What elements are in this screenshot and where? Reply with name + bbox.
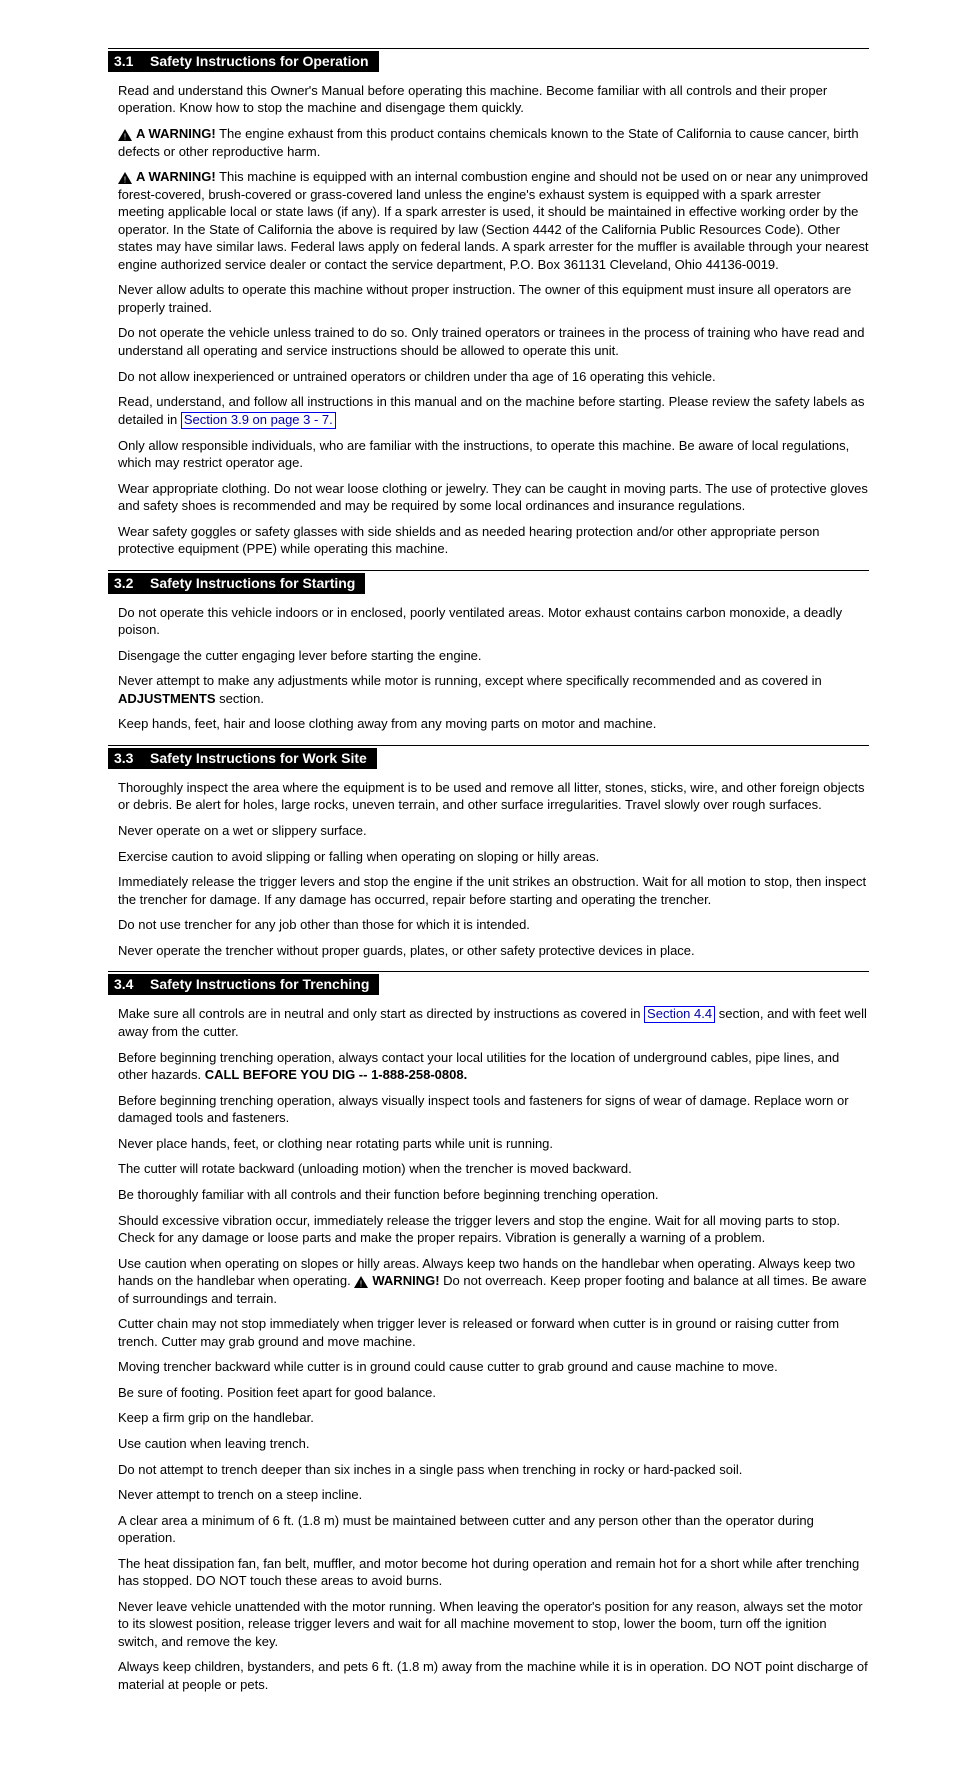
para-text: section. — [216, 691, 264, 706]
rule — [108, 48, 869, 49]
cross-ref-link[interactable]: Section 4.4 — [644, 1006, 715, 1023]
para: Never attempt to trench on a steep incli… — [118, 1486, 869, 1504]
rule — [108, 570, 869, 571]
para: Never operate the trencher without prope… — [118, 942, 869, 960]
para: Do not operate the vehicle unless traine… — [118, 324, 869, 359]
section-3-3: 3.3 Safety Instructions for Work Site Th… — [108, 745, 869, 959]
para: Use caution when leaving trench. — [118, 1435, 869, 1453]
section-3-1: 3.1 Safety Instructions for Operation Re… — [108, 48, 869, 558]
warning-text: The engine exhaust from this product con… — [118, 126, 859, 159]
para: Exercise caution to avoid slipping or fa… — [118, 848, 869, 866]
para: Never attempt to make any adjustments wh… — [118, 672, 869, 707]
para: Do not allow inexperienced or untrained … — [118, 368, 869, 386]
section-body: Read and understand this Owner's Manual … — [108, 82, 869, 558]
rule — [108, 745, 869, 746]
para: Never allow adults to operate this machi… — [118, 281, 869, 316]
para: Should excessive vibration occur, immedi… — [118, 1212, 869, 1247]
para: Read and understand this Owner's Manual … — [118, 82, 869, 117]
para: The cutter will rotate backward (unloadi… — [118, 1160, 869, 1178]
para: Wear appropriate clothing. Do not wear l… — [118, 480, 869, 515]
para-text: Never attempt to make any adjustments wh… — [118, 673, 822, 688]
para-text: Make sure all controls are in neutral an… — [118, 1006, 644, 1021]
para: Thoroughly inspect the area where the eq… — [118, 779, 869, 814]
warning-1: ! A WARNING! The engine exhaust from thi… — [118, 125, 869, 160]
para: Wear safety goggles or safety glasses wi… — [118, 523, 869, 558]
warning-label: A WARNING! — [136, 169, 216, 184]
cross-ref-link[interactable]: Section 3.9 on page 3 - 7. — [181, 412, 336, 429]
section-header: 3.3 Safety Instructions for Work Site — [108, 748, 869, 769]
warning-text: This machine is equipped with an interna… — [118, 169, 869, 272]
section-3-2: 3.2 Safety Instructions for Starting Do … — [108, 570, 869, 733]
warning-icon: ! — [118, 172, 132, 184]
para: A clear area a minimum of 6 ft. (1.8 m) … — [118, 1512, 869, 1547]
section-title: Safety Instructions for Operation — [146, 51, 379, 72]
section-number: 3.2 — [108, 573, 146, 594]
warning-icon: ! — [118, 129, 132, 141]
para: Make sure all controls are in neutral an… — [118, 1005, 869, 1040]
warning-label: WARNING! — [372, 1273, 439, 1288]
para: Use caution when operating on slopes or … — [118, 1255, 869, 1308]
para: Before beginning trenching operation, al… — [118, 1049, 869, 1084]
para: Disengage the cutter engaging lever befo… — [118, 647, 869, 665]
section-title: Safety Instructions for Work Site — [146, 748, 377, 769]
para: Never operate on a wet or slippery surfa… — [118, 822, 869, 840]
para: Before beginning trenching operation, al… — [118, 1092, 869, 1127]
para: Be thoroughly familiar with all controls… — [118, 1186, 869, 1204]
para: Immediately release the trigger levers a… — [118, 873, 869, 908]
para: The heat dissipation fan, fan belt, muff… — [118, 1555, 869, 1590]
section-header: 3.2 Safety Instructions for Starting — [108, 573, 869, 594]
para: Always keep children, bystanders, and pe… — [118, 1658, 869, 1693]
para: Keep a firm grip on the handlebar. — [118, 1409, 869, 1427]
para: Read, understand, and follow all instruc… — [118, 393, 869, 428]
rule — [108, 971, 869, 972]
para: Keep hands, feet, hair and loose clothin… — [118, 715, 869, 733]
para: Moving trencher backward while cutter is… — [118, 1358, 869, 1376]
section-body: Do not operate this vehicle indoors or i… — [108, 604, 869, 733]
section-body: Thoroughly inspect the area where the eq… — [108, 779, 869, 959]
section-number: 3.4 — [108, 974, 146, 995]
section-title: Safety Instructions for Trenching — [146, 974, 379, 995]
para: Be sure of footing. Position feet apart … — [118, 1384, 869, 1402]
para: Never leave vehicle unattended with the … — [118, 1598, 869, 1651]
emphasis: CALL BEFORE YOU DIG -- 1-888-258-0808. — [205, 1067, 468, 1082]
warning-label: A WARNING! — [136, 126, 216, 141]
para: Do not use trencher for any job other th… — [118, 916, 869, 934]
section-number: 3.1 — [108, 51, 146, 72]
section-number: 3.3 — [108, 748, 146, 769]
section-header: 3.1 Safety Instructions for Operation — [108, 51, 869, 72]
warning-icon: ! — [354, 1276, 368, 1288]
para: Only allow responsible individuals, who … — [118, 437, 869, 472]
para: Cutter chain may not stop immediately wh… — [118, 1315, 869, 1350]
section-3-4: 3.4 Safety Instructions for Trenching Ma… — [108, 971, 869, 1693]
para: Never place hands, feet, or clothing nea… — [118, 1135, 869, 1153]
svg-text:!: ! — [360, 1279, 362, 1288]
para: Do not attempt to trench deeper than six… — [118, 1461, 869, 1479]
section-body: Make sure all controls are in neutral an… — [108, 1005, 869, 1693]
svg-text:!: ! — [124, 175, 126, 184]
section-title: Safety Instructions for Starting — [146, 573, 365, 594]
emphasis: ADJUSTMENTS — [118, 691, 216, 706]
section-header: 3.4 Safety Instructions for Trenching — [108, 974, 869, 995]
para: Do not operate this vehicle indoors or i… — [118, 604, 869, 639]
svg-text:!: ! — [124, 132, 126, 141]
warning-2: ! A WARNING! This machine is equipped wi… — [118, 168, 869, 273]
